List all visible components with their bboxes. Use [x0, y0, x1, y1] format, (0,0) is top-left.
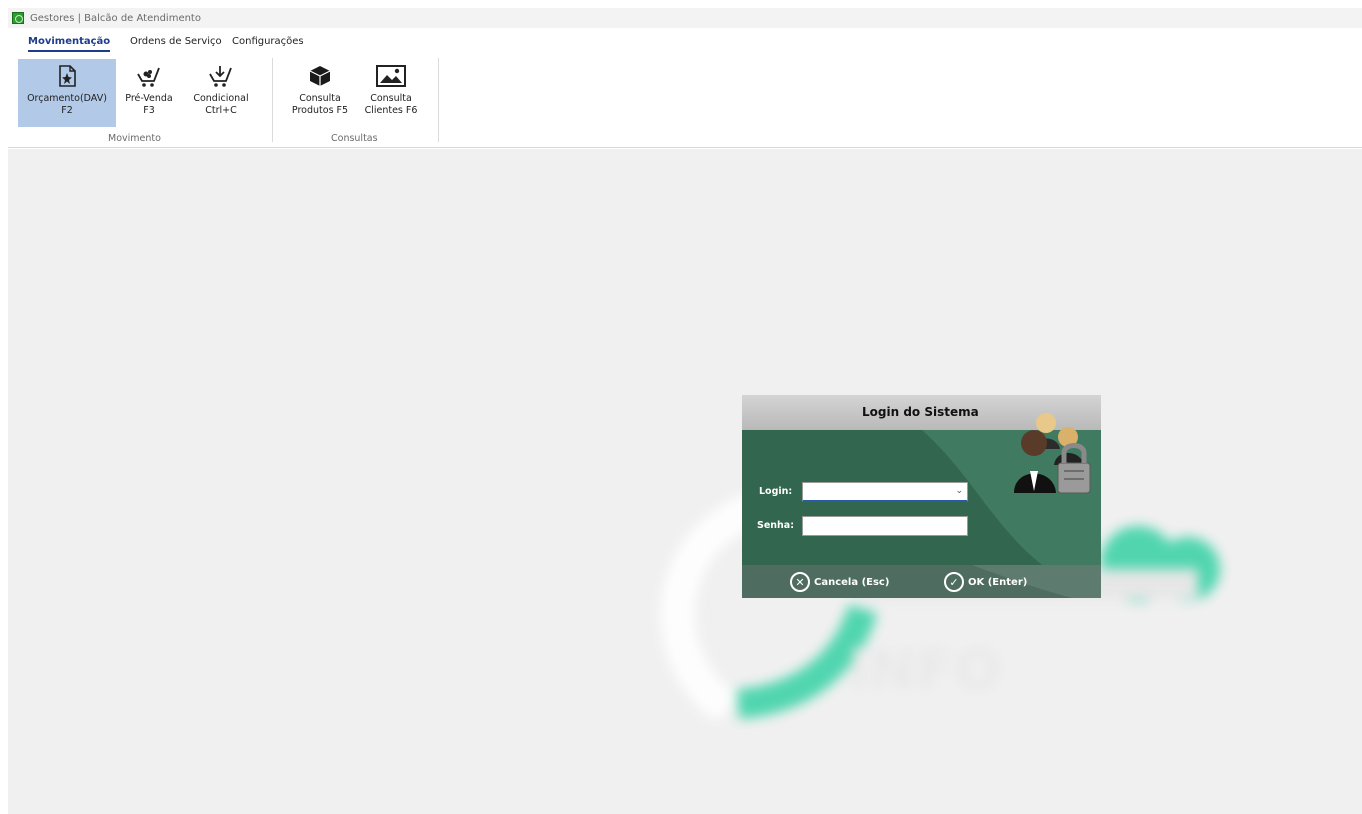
- title-bar: Gestores | Balcão de Atendimento: [8, 8, 1362, 28]
- condicional-button[interactable]: Condicional Ctrl+C: [184, 59, 258, 127]
- group-label-movimento: Movimento: [108, 133, 161, 144]
- ok-label: OK (Enter): [968, 576, 1028, 588]
- cancel-button[interactable]: ✕ Cancela (Esc): [790, 571, 889, 593]
- cancel-x-icon: ✕: [790, 572, 810, 592]
- tab-movimentacao[interactable]: Movimentação: [28, 36, 111, 52]
- condicional-label: Condicional Ctrl+C: [193, 93, 249, 116]
- users-lock-icon: [1014, 413, 1091, 494]
- consulta-clientes-button[interactable]: Consulta Clientes F6: [358, 59, 424, 127]
- orcamento-dav-button[interactable]: Orçamento(DAV) F2: [18, 59, 116, 127]
- box-icon: [309, 66, 331, 86]
- check-icon: ✓: [944, 572, 964, 592]
- document-star-icon: [59, 65, 76, 87]
- tab-ordens-de-servico[interactable]: Ordens de Serviço: [130, 36, 222, 47]
- pre-venda-label: Pré-Venda F3: [125, 93, 173, 116]
- chevron-down-icon[interactable]: ⌄: [955, 486, 963, 496]
- consulta-clientes-label: Consulta Clientes F6: [364, 93, 418, 116]
- ribbon: Orçamento(DAV) F2 Pré-Venda F3 Condicion…: [8, 56, 1362, 148]
- watermark-text: INFO: [848, 638, 1002, 703]
- window-title: Gestores | Balcão de Atendimento: [30, 12, 201, 24]
- orcamento-dav-label: Orçamento(DAV) F2: [27, 93, 107, 116]
- cart-icon: [137, 67, 160, 87]
- login-dialog: Login do Sistema Login: ⌄ Senha: ✕ Cance…: [742, 395, 1101, 598]
- consulta-produtos-button[interactable]: Consulta Produtos F5: [286, 59, 354, 127]
- tab-configuracoes[interactable]: Configurações: [232, 36, 304, 47]
- cancel-label: Cancela (Esc): [814, 576, 890, 588]
- cart-arrow-icon: [209, 66, 232, 87]
- dialog-title: Login do Sistema: [862, 405, 979, 419]
- login-select[interactable]: ⌄: [802, 482, 968, 502]
- menu-bar: Movimentação Ordens de Serviço Configura…: [8, 28, 1362, 56]
- pre-venda-button[interactable]: Pré-Venda F3: [118, 59, 180, 127]
- ribbon-separator: [438, 58, 439, 142]
- workspace: INFO: [8, 149, 1362, 814]
- app-logo-icon: [12, 12, 24, 24]
- login-label: Login:: [759, 486, 793, 497]
- password-field[interactable]: [802, 516, 968, 536]
- group-label-consultas: Consultas: [331, 133, 378, 144]
- image-icon: [376, 65, 406, 87]
- ribbon-separator: [272, 58, 273, 142]
- password-label: Senha:: [757, 520, 795, 531]
- ok-button[interactable]: ✓ OK (Enter): [944, 571, 1027, 593]
- consulta-produtos-label: Consulta Produtos F5: [291, 93, 349, 116]
